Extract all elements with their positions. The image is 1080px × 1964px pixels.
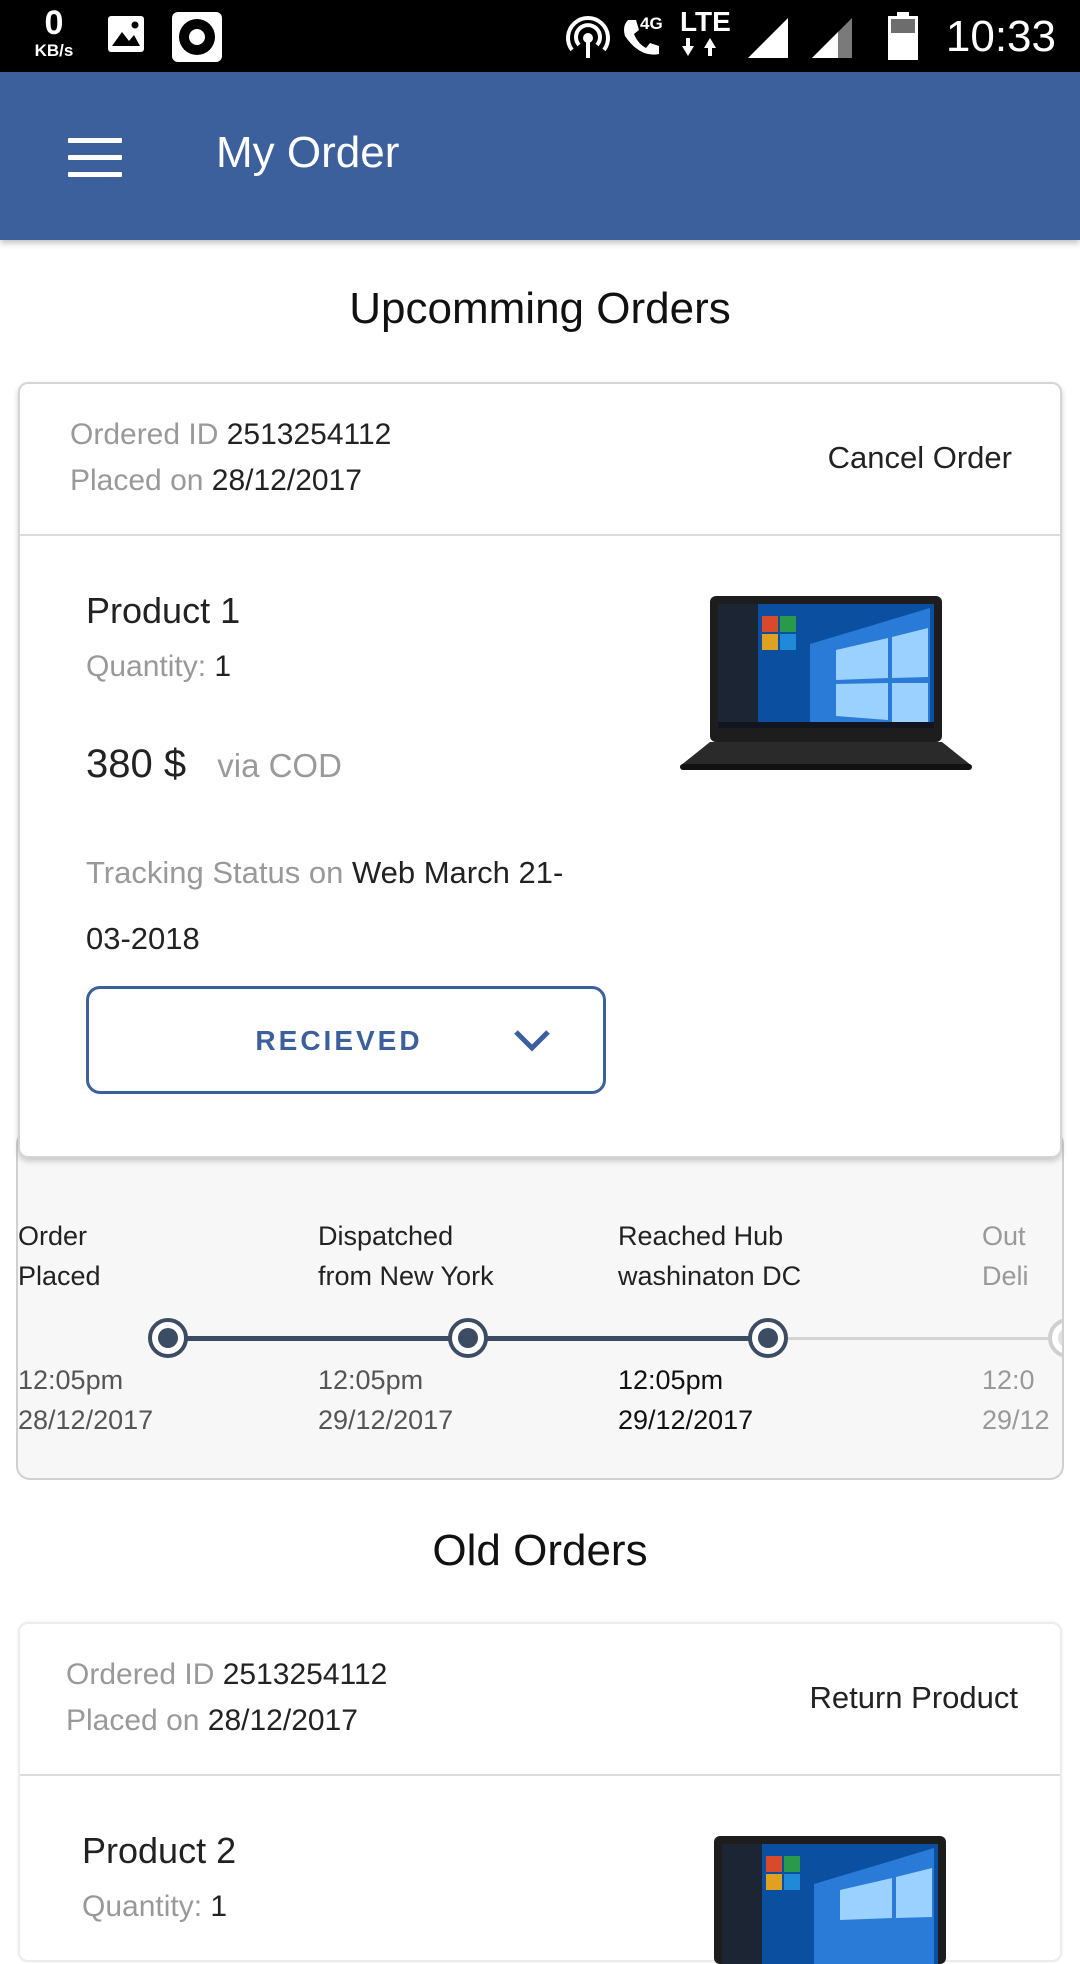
upcoming-orders-title: Upcomming Orders xyxy=(349,284,731,333)
step-title: Order Placed xyxy=(18,1221,101,1291)
placed-on-line: Placed on 28/12/2017 xyxy=(70,464,362,498)
step-time: 12:05pm 28/12/2017 xyxy=(18,1365,154,1435)
status-bar: 0 KB/s 4G LTE 10:33 xyxy=(0,0,1080,72)
upcoming-order-card: Ordered ID 2513254112 Placed on 28/12/20… xyxy=(18,382,1062,1158)
step-title: Reached Hub washinaton DC xyxy=(618,1221,802,1291)
order-id-line: Ordered ID 2513254112 xyxy=(70,418,391,452)
step-complete-dot xyxy=(148,1318,188,1358)
order-id-label: Ordered ID xyxy=(70,418,219,451)
placed-on-label: Placed on xyxy=(66,1704,200,1737)
app-bar: My Order xyxy=(0,72,1080,240)
placed-on-label: Placed on xyxy=(70,464,204,497)
placed-on-line: Placed on 28/12/2017 xyxy=(66,1704,358,1738)
chevron-down-icon xyxy=(514,1030,550,1052)
step-time: 12:05pm 29/12/2017 xyxy=(318,1365,454,1435)
order-status-dropdown[interactable]: RECIEVED xyxy=(86,986,606,1094)
network-speed: 0 KB/s xyxy=(26,6,82,59)
tracking-status-label: Tracking Status on xyxy=(86,855,344,890)
order-id-value: 2513254112 xyxy=(222,1658,388,1691)
old-order-card: Ordered ID 2513254112 Placed on 28/12/20… xyxy=(18,1622,1062,1964)
lte-label: LTE xyxy=(680,6,731,37)
quantity-line: Quantity: 1 xyxy=(86,650,231,684)
price: 380 $ xyxy=(86,742,187,786)
laptop-icon xyxy=(714,1836,946,1964)
placed-on-value: 28/12/2017 xyxy=(211,464,362,497)
return-product-button[interactable]: Return Product xyxy=(810,1680,1019,1716)
quantity-value: 1 xyxy=(214,650,232,683)
order-id-label: Ordered ID xyxy=(66,1658,215,1691)
laptop-icon xyxy=(680,596,972,770)
step-title: Dispatched from New York xyxy=(318,1221,494,1291)
quantity-line: Quantity: 1 xyxy=(82,1890,227,1924)
step-time: 12:0 29/12 xyxy=(982,1365,1050,1435)
quantity-label: Quantity: xyxy=(82,1890,203,1923)
gallery-icon xyxy=(108,16,144,52)
signal-strength-icon-2 xyxy=(812,18,852,58)
order-id-value: 2513254112 xyxy=(226,418,392,451)
timeline-connector xyxy=(168,1336,468,1341)
order-header: Ordered ID 2513254112 Placed on 28/12/20… xyxy=(20,384,1060,536)
step-pending-dot xyxy=(1048,1318,1062,1358)
product-name: Product 1 xyxy=(86,590,241,631)
price-line: 380 $ via COD xyxy=(86,742,342,787)
step-complete-dot xyxy=(748,1318,788,1358)
hamburger-menu-icon[interactable] xyxy=(68,138,122,178)
cancel-order-button[interactable]: Cancel Order xyxy=(828,440,1012,476)
quantity-value: 1 xyxy=(210,1890,228,1923)
quantity-label: Quantity: xyxy=(86,650,207,683)
order-id-line: Ordered ID 2513254112 xyxy=(66,1658,387,1692)
timeline-connector xyxy=(768,1337,1062,1340)
signal-strength-icon xyxy=(748,18,788,58)
timeline-connector xyxy=(468,1336,768,1341)
step-time: 12:05pm 29/12/2017 xyxy=(618,1365,754,1435)
placed-on-value: 28/12/2017 xyxy=(207,1704,358,1737)
old-orders-title: Old Orders xyxy=(432,1526,648,1575)
order-header: Ordered ID 2513254112 Placed on 28/12/20… xyxy=(20,1624,1060,1776)
tracking-timeline: Order Placed 12:05pm 28/12/2017 Dispatch… xyxy=(16,1130,1064,1480)
network-speed-value: 0 xyxy=(44,4,64,42)
network-4g-label: 4G xyxy=(640,14,663,33)
page-title: My Order xyxy=(216,128,400,177)
tracking-status: Tracking Status on Web March 21-03-2018 xyxy=(86,840,606,972)
step-complete-dot xyxy=(448,1318,488,1358)
music-icon xyxy=(172,12,222,62)
clock: 10:33 xyxy=(945,12,1056,61)
payment-method: via COD xyxy=(217,747,342,784)
network-speed-unit: KB/s xyxy=(34,41,74,60)
step-title: Out Deli xyxy=(982,1221,1029,1291)
hotspot-icon xyxy=(566,16,610,58)
data-arrows-icon xyxy=(682,38,716,56)
product-name: Product 2 xyxy=(82,1830,237,1871)
lte-indicator: LTE xyxy=(680,8,731,58)
battery-icon xyxy=(888,12,918,60)
